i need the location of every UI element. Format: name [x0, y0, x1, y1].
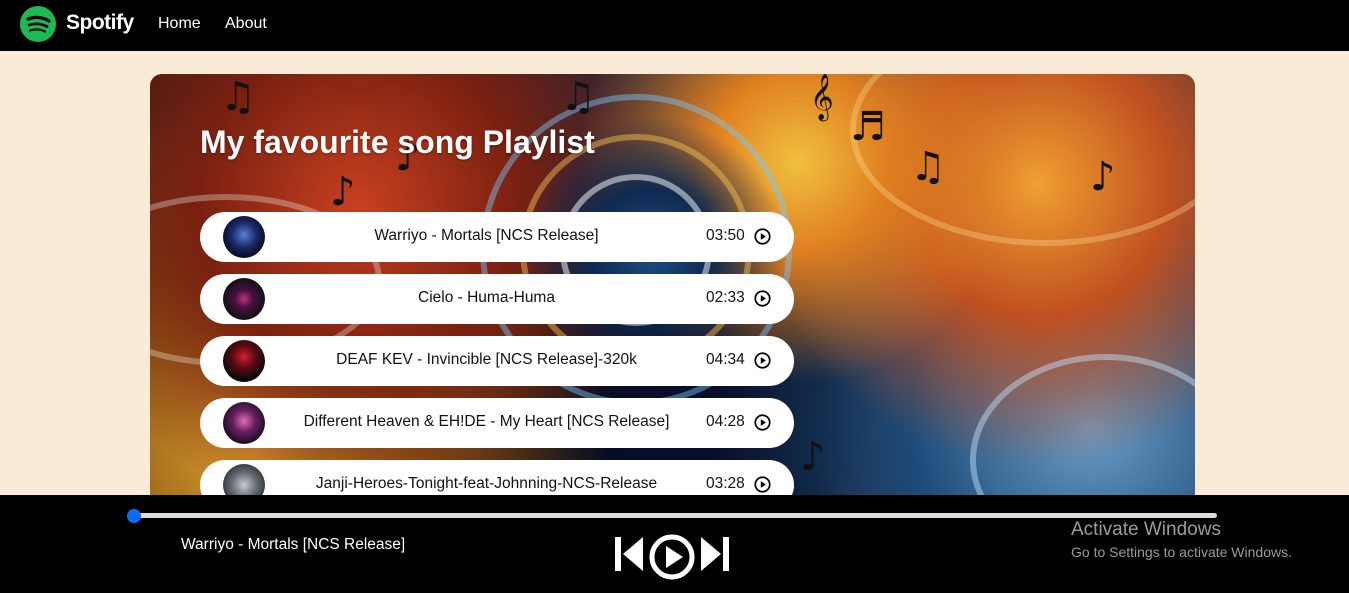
play-circle-icon[interactable]	[754, 228, 771, 245]
song-duration: 02:33	[706, 289, 745, 306]
song-duration: 03:50	[706, 227, 745, 244]
now-playing-title: Warriyo - Mortals [NCS Release]	[181, 536, 406, 553]
song-item[interactable]: Cielo - Huma-Huma 02:33	[200, 274, 794, 324]
navbar: Spotify Home About	[0, 0, 1349, 51]
song-name: Warriyo - Mortals [NCS Release]	[374, 227, 599, 244]
nav-link-home[interactable]: Home	[158, 15, 201, 33]
song-item[interactable]: Different Heaven & EH!DE - My Heart [NCS…	[200, 398, 794, 448]
progress-handle[interactable]	[127, 509, 141, 523]
progress-bar[interactable]	[133, 513, 1217, 518]
song-name: Different Heaven & EH!DE - My Heart [NCS…	[303, 413, 670, 430]
player-bar: Warriyo - Mortals [NCS Release] Activate…	[0, 495, 1349, 593]
play-icon[interactable]	[648, 533, 696, 581]
song-cover	[223, 216, 265, 258]
song-name: Cielo - Huma-Huma	[418, 289, 555, 306]
song-name: Janji-Heroes-Tonight-feat-Johnning-NCS-R…	[315, 475, 658, 492]
activate-windows-title: Activate Windows	[1071, 519, 1221, 540]
song-item[interactable]: Warriyo - Mortals [NCS Release] 03:50	[200, 212, 794, 262]
spotify-logo-icon[interactable]	[20, 6, 56, 42]
play-circle-icon[interactable]	[754, 414, 771, 431]
playlist-container: ♫ ♪ ♫ 𝄞 ♬ ♫ ♪ ♪ ♪ My favourite song Play…	[150, 74, 1195, 514]
song-duration: 04:34	[706, 351, 745, 368]
song-name: DEAF KEV - Invincible [NCS Release]-320k	[336, 351, 637, 368]
previous-icon[interactable]	[613, 535, 645, 573]
activate-windows-subtitle: Go to Settings to activate Windows.	[1071, 544, 1292, 560]
brand-name[interactable]: Spotify	[66, 11, 134, 35]
nav-link-about[interactable]: About	[225, 15, 267, 33]
next-icon[interactable]	[699, 535, 731, 573]
song-cover	[223, 278, 265, 320]
song-item[interactable]: DEAF KEV - Invincible [NCS Release]-320k…	[200, 336, 794, 386]
song-duration: 03:28	[706, 475, 745, 492]
song-cover	[223, 340, 265, 382]
play-circle-icon[interactable]	[754, 352, 771, 369]
song-duration: 04:28	[706, 413, 745, 430]
playlist-title: My favourite song Playlist	[200, 124, 595, 160]
song-cover	[223, 402, 265, 444]
play-circle-icon[interactable]	[754, 476, 771, 493]
play-circle-icon[interactable]	[754, 290, 771, 307]
